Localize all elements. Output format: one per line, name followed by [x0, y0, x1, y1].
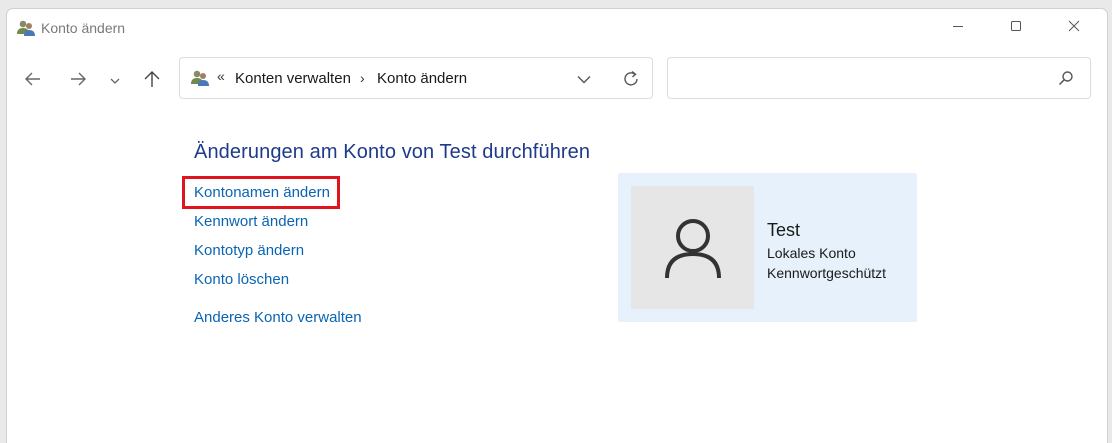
- minimize-icon: [952, 19, 964, 37]
- user-icon: [664, 218, 721, 278]
- chevron-down-icon: [577, 75, 591, 83]
- recent-locations-button[interactable]: [103, 67, 127, 95]
- breadcrumb-separator[interactable]: ›: [360, 70, 365, 86]
- minimize-button[interactable]: [929, 9, 987, 47]
- close-button[interactable]: [1045, 9, 1103, 47]
- breadcrumb-overflow-button[interactable]: «: [217, 68, 225, 84]
- back-button[interactable]: [19, 67, 47, 95]
- arrow-right-icon: [69, 71, 87, 92]
- search-input[interactable]: [676, 66, 1050, 92]
- forward-button[interactable]: [64, 67, 92, 95]
- search-icon[interactable]: [1058, 70, 1076, 88]
- up-button[interactable]: [138, 67, 166, 95]
- chevron-down-icon: [110, 72, 120, 90]
- link-delete-account[interactable]: Konto löschen: [194, 271, 289, 288]
- address-bar[interactable]: « Konten verwalten › Konto ändern: [179, 57, 653, 99]
- avatar: [631, 186, 754, 309]
- breadcrumb-konto-aendern[interactable]: Konto ändern: [377, 70, 467, 87]
- account-card: Test Lokales Konto Kennwortgeschützt: [618, 173, 917, 322]
- link-change-password[interactable]: Kennwort ändern: [194, 213, 308, 230]
- window-title: Konto ändern: [41, 20, 126, 36]
- highlight-box: [182, 176, 340, 209]
- maximize-button[interactable]: [987, 9, 1045, 47]
- users-icon: [16, 19, 36, 37]
- account-type: Lokales Konto: [767, 245, 856, 261]
- address-history-button[interactable]: [574, 70, 594, 88]
- maximize-icon: [1010, 19, 1022, 37]
- link-manage-other-account[interactable]: Anderes Konto verwalten: [194, 309, 362, 326]
- close-icon: [1068, 19, 1080, 37]
- control-panel-window: Konto ändern « Konten verwalten › Konto …: [6, 8, 1108, 443]
- arrow-up-icon: [143, 70, 161, 93]
- account-protection: Kennwortgeschützt: [767, 265, 887, 281]
- breadcrumb-konten-verwalten[interactable]: Konten verwalten: [235, 70, 351, 87]
- refresh-button[interactable]: [620, 68, 642, 90]
- arrow-left-icon: [24, 71, 42, 92]
- search-box[interactable]: [667, 57, 1091, 99]
- title-bar: Konto ändern: [7, 9, 1107, 49]
- link-change-account-type[interactable]: Kontotyp ändern: [194, 242, 304, 259]
- page-title: Änderungen am Konto von Test durchführen: [194, 141, 591, 163]
- refresh-icon: [624, 70, 638, 86]
- users-icon: [190, 69, 210, 87]
- account-name: Test: [767, 220, 801, 240]
